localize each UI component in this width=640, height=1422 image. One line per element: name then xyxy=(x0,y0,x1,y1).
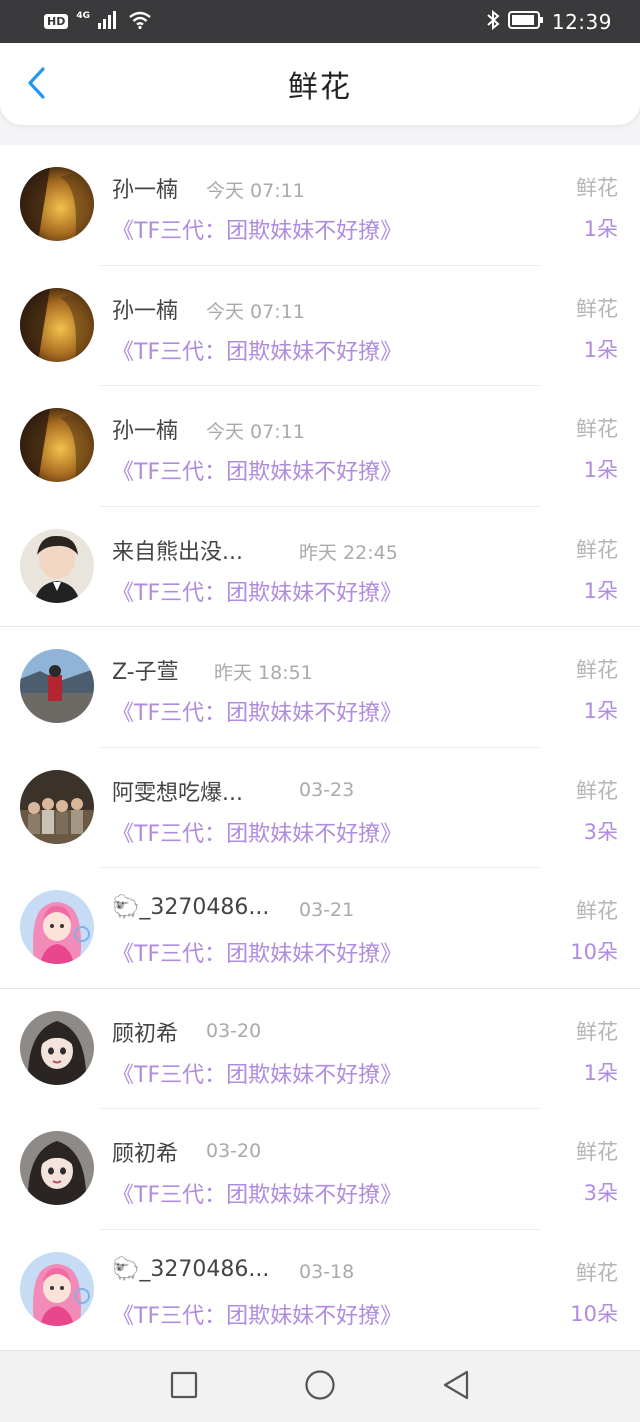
gift-count: 10朵 xyxy=(570,1301,618,1326)
sender-name: 孙一楠 xyxy=(112,419,179,444)
sender-name: 顾初希 xyxy=(112,1021,179,1047)
send-time: 今天 07:11 xyxy=(206,300,305,323)
book-title-link[interactable]: 《TF三代：团欺妹妹不好撩》 xyxy=(112,1057,402,1089)
send-time: 今天 07:11 xyxy=(206,180,305,202)
hd-badge: HD xyxy=(44,14,69,29)
gift-type: 鲜花 xyxy=(576,1260,618,1285)
gift-type: 鲜花 xyxy=(576,537,618,562)
list-item[interactable]: Z-子萱 昨天 18:51 《TF三代：团欺妹妹不好撩》 鲜花 1朵 xyxy=(0,627,640,748)
sender-name: Z-子萱 xyxy=(112,660,179,685)
gift-count: 1朵 xyxy=(583,578,618,603)
list-item[interactable]: 孙一楠 今天 07:11 《TF三代：团欺妹妹不好撩》 鲜花 1朵 xyxy=(0,386,640,507)
sender-name: 顾初希 xyxy=(112,1142,179,1167)
avatar[interactable] xyxy=(20,167,94,241)
gift-type: 鲜花 xyxy=(576,176,618,200)
gift-type: 鲜花 xyxy=(576,417,618,441)
send-time: 昨天 18:51 xyxy=(214,662,313,684)
send-time: 今天 07:11 xyxy=(206,421,305,443)
book-title-link[interactable]: 《TF三代：团欺妹妹不好撩》 xyxy=(112,454,402,486)
gift-count: 1朵 xyxy=(583,337,618,362)
home-button[interactable] xyxy=(300,1367,340,1407)
sender-name: 孙一楠 xyxy=(112,178,179,203)
sender-name: 🐑_3270486... xyxy=(112,1256,270,1282)
sender-name: 孙一楠 xyxy=(112,298,179,324)
gift-type: 鲜花 xyxy=(576,899,618,923)
avatar[interactable] xyxy=(20,1131,94,1205)
network-type: 4G xyxy=(76,10,90,21)
book-title-link[interactable]: 《TF三代：团欺妹妹不好撩》 xyxy=(112,575,402,607)
sender-name: 阿雯想吃爆... xyxy=(112,780,243,806)
list-item[interactable]: 来自熊出没... 昨天 22:45 《TF三代：团欺妹妹不好撩》 鲜花 1朵 xyxy=(0,507,640,627)
avatar[interactable] xyxy=(20,769,94,844)
book-title-link[interactable]: 《TF三代：团欺妹妹不好撩》 xyxy=(112,334,402,366)
clock: 12:39 xyxy=(551,9,612,34)
avatar[interactable] xyxy=(20,287,94,362)
status-bar: HD 4G 12:39 xyxy=(0,0,640,43)
sender-name: 🐑_3270486... xyxy=(112,895,270,920)
book-title-link[interactable]: 《TF三代：团欺妹妹不好撩》 xyxy=(112,1177,402,1209)
book-title-link[interactable]: 《TF三代：团欺妹妹不好撩》 xyxy=(112,816,402,848)
signal-icon xyxy=(98,10,120,33)
system-back-button[interactable] xyxy=(436,1367,476,1407)
gift-type: 鲜花 xyxy=(576,296,618,321)
gift-count: 3朵 xyxy=(583,819,618,844)
avatar[interactable] xyxy=(20,1010,94,1085)
flower-record-list: 孙一楠 今天 07:11 《TF三代：团欺妹妹不好撩》 鲜花 1朵 孙一楠 今天… xyxy=(0,145,640,1350)
send-time: 03-23 xyxy=(299,778,355,801)
gift-count: 3朵 xyxy=(583,1181,618,1205)
chevron-left-icon xyxy=(26,66,46,104)
gift-type: 鲜花 xyxy=(576,778,618,803)
avatar[interactable] xyxy=(20,649,94,723)
recent-apps-button[interactable] xyxy=(164,1367,204,1407)
battery-icon xyxy=(507,10,544,33)
send-time: 03-21 xyxy=(299,899,355,921)
list-item[interactable]: 🐑_3270486... 03-21 《TF三代：团欺妹妹不好撩》 鲜花 10朵 xyxy=(0,868,640,989)
avatar[interactable] xyxy=(20,528,94,603)
gift-count: 1朵 xyxy=(583,699,618,723)
list-item[interactable]: 孙一楠 今天 07:11 《TF三代：团欺妹妹不好撩》 鲜花 1朵 xyxy=(0,145,640,266)
circle-icon xyxy=(304,1369,336,1405)
gift-type: 鲜花 xyxy=(576,658,618,682)
top-app-bar: 鲜花 xyxy=(0,43,640,125)
page-title: 鲜花 xyxy=(288,70,352,105)
list-item[interactable]: 阿雯想吃爆... 03-23 《TF三代：团欺妹妹不好撩》 鲜花 3朵 xyxy=(0,748,640,868)
send-time: 03-20 xyxy=(206,1019,262,1042)
avatar[interactable] xyxy=(20,890,94,964)
book-title-link[interactable]: 《TF三代：团欺妹妹不好撩》 xyxy=(112,695,402,727)
list-item[interactable]: 顾初希 03-20 《TF三代：团欺妹妹不好撩》 鲜花 1朵 xyxy=(0,989,640,1109)
list-item[interactable]: 孙一楠 今天 07:11 《TF三代：团欺妹妹不好撩》 鲜花 1朵 xyxy=(0,266,640,386)
back-button[interactable] xyxy=(18,65,54,105)
send-time: 03-20 xyxy=(206,1140,262,1162)
gift-count: 1朵 xyxy=(583,217,618,241)
bluetooth-icon xyxy=(486,9,500,34)
list-item[interactable]: 🐑_3270486... 03-18 《TF三代：团欺妹妹不好撩》 鲜花 10朵 xyxy=(0,1230,640,1351)
send-time: 03-18 xyxy=(299,1260,355,1283)
gift-count: 1朵 xyxy=(583,1060,618,1085)
avatar[interactable] xyxy=(20,1251,94,1326)
triangle-back-icon xyxy=(441,1369,471,1405)
gift-type: 鲜花 xyxy=(576,1140,618,1164)
book-title-link[interactable]: 《TF三代：团欺妹妹不好撩》 xyxy=(112,936,402,968)
square-icon xyxy=(170,1371,198,1403)
sender-name: 来自熊出没... xyxy=(112,539,243,565)
wifi-icon xyxy=(128,11,152,33)
send-time: 昨天 22:45 xyxy=(299,541,398,564)
gift-count: 10朵 xyxy=(570,940,618,964)
book-title-link[interactable]: 《TF三代：团欺妹妹不好撩》 xyxy=(112,213,402,245)
avatar[interactable] xyxy=(20,408,94,482)
system-navigation-bar xyxy=(0,1350,640,1422)
list-item[interactable]: 顾初希 03-20 《TF三代：团欺妹妹不好撩》 鲜花 3朵 xyxy=(0,1109,640,1230)
gift-type: 鲜花 xyxy=(576,1019,618,1044)
gift-count: 1朵 xyxy=(583,458,618,482)
book-title-link[interactable]: 《TF三代：团欺妹妹不好撩》 xyxy=(112,1298,402,1330)
